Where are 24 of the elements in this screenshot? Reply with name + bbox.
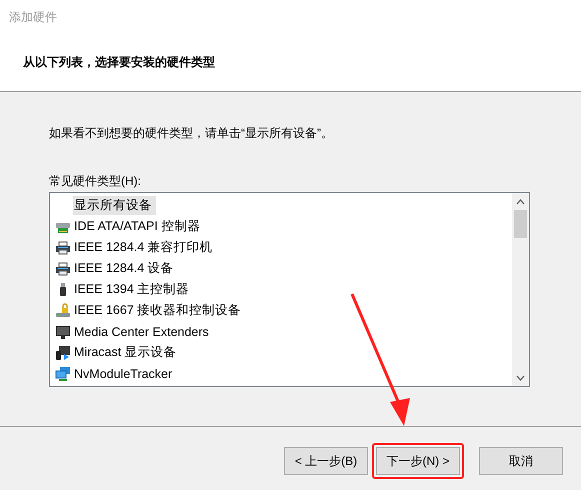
window-title: 添加硬件 — [9, 8, 57, 26]
page-heading: 从以下列表，选择要安装的硬件类型 — [23, 54, 215, 71]
list-label: 常见硬件类型(H): — [49, 173, 142, 189]
scroll-thumb[interactable] — [514, 210, 527, 238]
hardware-item[interactable]: IDE ATA/ATAPI 控制器 — [50, 216, 512, 237]
wizard-button[interactable]: 取消 — [479, 447, 563, 475]
hardware-item[interactable]: NvModuleTracker — [50, 363, 512, 384]
printer-icon — [55, 240, 71, 256]
wizard-button[interactable]: 下一步(N) > — [376, 447, 460, 475]
cast-display-icon — [55, 344, 71, 360]
hardware-item[interactable]: 显示所有设备 — [50, 195, 512, 216]
instruction-text: 如果看不到想要的硬件类型，请单击“显示所有设备”。 — [49, 125, 334, 141]
hardware-item[interactable]: Miracast 显示设备 — [50, 342, 512, 363]
wizard-button[interactable]: < 上一步(B) — [284, 447, 368, 475]
hardware-item[interactable]: IEEE 1667 接收器和控制设备 — [50, 300, 512, 321]
lock-drive-icon — [55, 302, 71, 318]
printer-icon — [55, 260, 71, 276]
scrollbar[interactable] — [512, 193, 529, 386]
network-icon — [55, 366, 71, 382]
hardware-item[interactable]: IEEE 1284.4 设备 — [50, 258, 512, 279]
hardware-item[interactable]: IEEE 1284.4 兼容打印机 — [50, 237, 512, 258]
hardware-item[interactable]: IEEE 1394 主控制器 — [50, 279, 512, 300]
hardware-item[interactable]: Media Center Extenders — [50, 321, 512, 342]
monitor-icon — [55, 324, 71, 340]
